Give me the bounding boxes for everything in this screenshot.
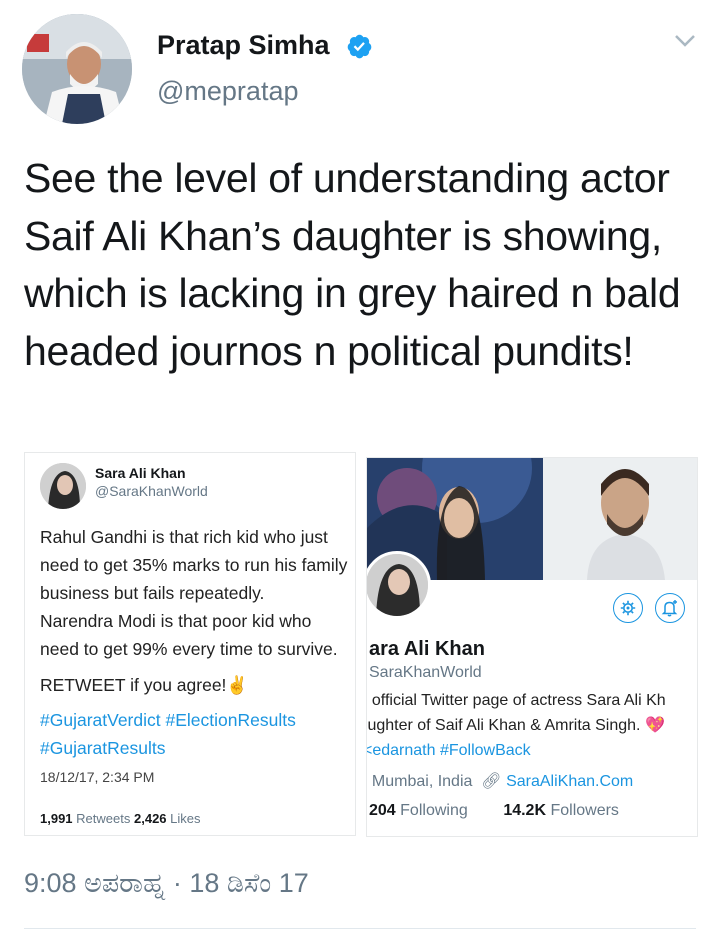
profile-handle: SaraKhanWorld bbox=[369, 664, 482, 681]
location-icon: ı bbox=[367, 773, 368, 790]
verified-badge-icon bbox=[347, 34, 372, 59]
likes-label: Likes bbox=[170, 811, 201, 826]
profile-website: SaraAliKhan.Com bbox=[506, 773, 634, 790]
followers-count: 14.2K bbox=[503, 802, 547, 819]
profile-name: ara Ali Khan bbox=[369, 638, 485, 660]
embedded-author-name: Sara Ali Khan bbox=[95, 465, 186, 481]
profile-bio: ı official Twitter page of actress Sara … bbox=[366, 688, 697, 763]
likes-count: 2,426 bbox=[134, 811, 167, 826]
retweets-label: Retweets bbox=[76, 811, 131, 826]
chevron-down-icon[interactable] bbox=[674, 34, 696, 48]
author-avatar[interactable] bbox=[22, 14, 132, 124]
embedded-tweet-hashtags: #GujaratVerdict #ElectionResults #Gujara… bbox=[40, 710, 296, 758]
gear-icon[interactable] bbox=[613, 593, 643, 623]
heart-icon: 💖 bbox=[644, 717, 665, 734]
divider bbox=[24, 928, 696, 929]
embedded-tweet-time: 18/12/17, 2:34 PM bbox=[40, 769, 155, 785]
retweets-count: 1,991 bbox=[40, 811, 73, 826]
profile-follow-stats: 204 Following 14.2K Followers bbox=[369, 802, 619, 820]
author-name[interactable]: Pratap Simha bbox=[157, 30, 330, 61]
profile-location: Mumbai, India bbox=[371, 773, 473, 790]
embedded-tweet-text: Rahul Gandhi is that rich kid who just n… bbox=[40, 527, 348, 659]
embedded-tweet-stats: 1,991 Retweets 2,426 Likes bbox=[40, 811, 201, 826]
profile-bio-line: ı official Twitter page of actress Sara … bbox=[366, 692, 666, 709]
profile-avatar bbox=[367, 551, 431, 619]
embedded-profile-image[interactable]: ara Ali Khan SaraKhanWorld ı official Tw… bbox=[366, 457, 698, 837]
following-count: 204 bbox=[369, 802, 396, 819]
embedded-author-avatar bbox=[40, 463, 86, 509]
profile-bio-line: ıughter of Saif Ali Khan & Amrita Singh. bbox=[366, 717, 641, 734]
embedded-tweet-cta: RETWEET if you agree!✌ bbox=[40, 675, 249, 695]
following-label: Following bbox=[400, 802, 468, 819]
embedded-author-handle: @SaraKhanWorld bbox=[95, 483, 208, 499]
followers-label: Followers bbox=[550, 802, 619, 819]
tweet-timestamp[interactable]: 9:08 ಅಪರಾಹ್ನ · 18 ಡಿಸೆಂ 17 bbox=[24, 868, 309, 900]
embedded-tweet-image[interactable]: Sara Ali Khan @SaraKhanWorld Rahul Gandh… bbox=[24, 452, 356, 836]
tweet-text: See the level of understanding actor Sai… bbox=[24, 155, 681, 374]
profile-meta: ı Mumbai, India 🔗︎ SaraAliKhan.Com bbox=[367, 771, 634, 791]
author-handle[interactable]: @mepratap bbox=[157, 76, 298, 107]
profile-bio-tags: <edarnath #FollowBack bbox=[366, 742, 531, 759]
notification-bell-icon[interactable] bbox=[655, 593, 685, 623]
link-icon: 🔗︎ bbox=[481, 773, 502, 790]
